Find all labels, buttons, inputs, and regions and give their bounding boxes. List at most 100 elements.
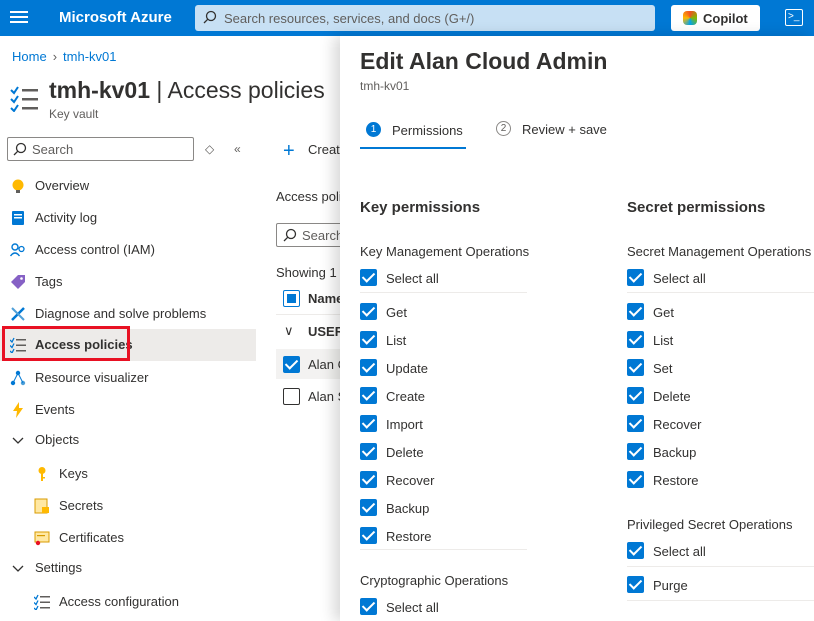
- sidebar-item-overview[interactable]: Overview: [0, 170, 256, 202]
- sidebar-item-label: Certificates: [59, 530, 125, 545]
- key-group-divider: [360, 549, 527, 550]
- checkbox-label: Select all: [386, 600, 439, 615]
- top-bar: Microsoft Azure Search resources, servic…: [0, 0, 814, 36]
- sort-icon[interactable]: ◇: [205, 142, 214, 156]
- checkbox-checked[interactable]: [360, 499, 377, 516]
- breadcrumb-home[interactable]: Home: [12, 49, 47, 64]
- sidebar-item-certificates[interactable]: Certificates: [0, 522, 256, 554]
- sidebar-item-label: Settings: [35, 560, 82, 575]
- key-permissions-heading: Key permissions: [360, 199, 481, 216]
- breadcrumb: Home › tmh-kv01: [12, 49, 117, 64]
- checkbox-checked[interactable]: [627, 415, 644, 432]
- plus-icon: +: [283, 140, 295, 162]
- row-checkbox[interactable]: [283, 388, 300, 405]
- key-icon: [34, 466, 50, 482]
- sidebar-item-label: Diagnose and solve problems: [35, 306, 207, 321]
- select-all-rows-checkbox[interactable]: [283, 290, 300, 307]
- activity-log-icon: [10, 210, 26, 226]
- sidebar-item-settings[interactable]: Settings: [0, 552, 256, 584]
- sidebar-item-label: Overview: [35, 178, 90, 193]
- secret-management-label: Secret Management Operations: [627, 244, 812, 259]
- sidebar-item-label: Keys: [59, 466, 88, 481]
- checkbox-checked[interactable]: [627, 269, 644, 286]
- highlight-box: [2, 326, 130, 361]
- search-icon: [203, 10, 217, 24]
- checkbox-checked[interactable]: [360, 359, 377, 376]
- sidebar-item-keys[interactable]: Keys: [0, 458, 256, 490]
- select-all-divider: [360, 292, 527, 293]
- sidebar-item-label: Events: [35, 402, 75, 417]
- resource-type: Key vault: [49, 107, 99, 121]
- checkbox-checked[interactable]: [627, 359, 644, 376]
- checkbox-checked[interactable]: [360, 415, 377, 432]
- checkbox-label: Recover: [386, 473, 435, 488]
- policy-search-placeholder: Search: [302, 228, 344, 243]
- copilot-icon: [683, 11, 697, 25]
- edit-policy-panel: Edit Alan Cloud Admin tmh-kv01 1 Permiss…: [340, 36, 814, 621]
- collapse-sidebar-icon[interactable]: «: [234, 142, 241, 156]
- checkbox-label: Backup: [386, 501, 430, 516]
- wrench-icon: [10, 306, 26, 322]
- sidebar-item-resource-visualizer[interactable]: Resource visualizer: [0, 362, 256, 394]
- checkbox-checked[interactable]: [360, 443, 377, 460]
- access-control-icon: [9, 242, 26, 258]
- checkbox-checked[interactable]: [360, 598, 377, 615]
- checkbox-checked[interactable]: [627, 303, 644, 320]
- sidebar-item-secrets[interactable]: Secrets: [0, 490, 256, 522]
- header-divider: [276, 314, 340, 315]
- sidebar-item-objects[interactable]: Objects: [0, 424, 256, 456]
- checkbox-label: List: [653, 333, 674, 348]
- page-title: tmh-kv01 | Access policies: [49, 77, 325, 103]
- checkbox-checked[interactable]: [627, 471, 644, 488]
- sidebar-item-tags[interactable]: Tags: [0, 266, 256, 298]
- chevron-down-icon: [10, 432, 26, 448]
- checkbox-label: Get: [653, 305, 674, 320]
- sidebar-item-label: Access control (IAM): [35, 242, 155, 257]
- checkbox-label: Delete: [386, 445, 424, 460]
- key-management-label: Key Management Operations: [360, 244, 530, 259]
- sidebar-item-access-control-iam[interactable]: Access control (IAM): [0, 234, 256, 266]
- sidebar-item-events[interactable]: Events: [0, 394, 256, 426]
- sidebar-item-label: Resource visualizer: [35, 370, 149, 385]
- chevron-down-icon[interactable]: ∨: [284, 323, 294, 339]
- sidebar-search-placeholder: Search: [32, 142, 74, 157]
- checkbox-label: Purge: [653, 578, 688, 593]
- sidebar-item-label: Secrets: [59, 498, 104, 513]
- checkbox-label: Update: [386, 361, 428, 376]
- resource-visualizer-icon: [10, 370, 26, 386]
- checkbox-label: Select all: [386, 271, 439, 286]
- copilot-button[interactable]: Copilot: [671, 5, 760, 31]
- search-icon: [283, 228, 297, 242]
- checkbox-checked[interactable]: [627, 331, 644, 348]
- active-step-indicator: [360, 147, 466, 149]
- checkbox-label: Backup: [653, 445, 697, 460]
- portal-brand[interactable]: Microsoft Azure: [59, 9, 172, 26]
- sidebar-item-activity-log[interactable]: Activity log: [0, 202, 256, 234]
- checkbox-checked[interactable]: [627, 576, 644, 593]
- row-checkbox[interactable]: [283, 356, 300, 373]
- checkbox-checked[interactable]: [360, 387, 377, 404]
- checkbox-label: Select all: [653, 544, 706, 559]
- cloud-shell-icon[interactable]: >_: [785, 9, 803, 26]
- access-policies-icon: [10, 86, 38, 112]
- user-group-label: USER: [308, 324, 345, 339]
- access-config-icon: [33, 594, 50, 612]
- checkbox-checked[interactable]: [627, 443, 644, 460]
- hamburger-menu-icon[interactable]: [8, 8, 30, 28]
- checkbox-checked[interactable]: [360, 471, 377, 488]
- checkbox-checked[interactable]: [360, 303, 377, 320]
- name-column-header[interactable]: Name: [308, 291, 343, 306]
- checkbox-checked[interactable]: [360, 269, 377, 286]
- checkbox-label: Select all: [653, 271, 706, 286]
- checkbox-checked[interactable]: [360, 527, 377, 544]
- breadcrumb-resource[interactable]: tmh-kv01: [63, 49, 116, 64]
- checkbox-label: Get: [386, 305, 407, 320]
- checkbox-checked[interactable]: [627, 387, 644, 404]
- global-search-input[interactable]: Search resources, services, and docs (G+…: [195, 5, 655, 31]
- secret-icon: [34, 498, 50, 514]
- sidebar-search-input[interactable]: Search: [7, 137, 194, 161]
- checkbox-checked[interactable]: [360, 331, 377, 348]
- copilot-label: Copilot: [703, 11, 748, 26]
- sidebar-item-access-configuration[interactable]: Access configuration: [0, 586, 256, 618]
- checkbox-checked[interactable]: [627, 542, 644, 559]
